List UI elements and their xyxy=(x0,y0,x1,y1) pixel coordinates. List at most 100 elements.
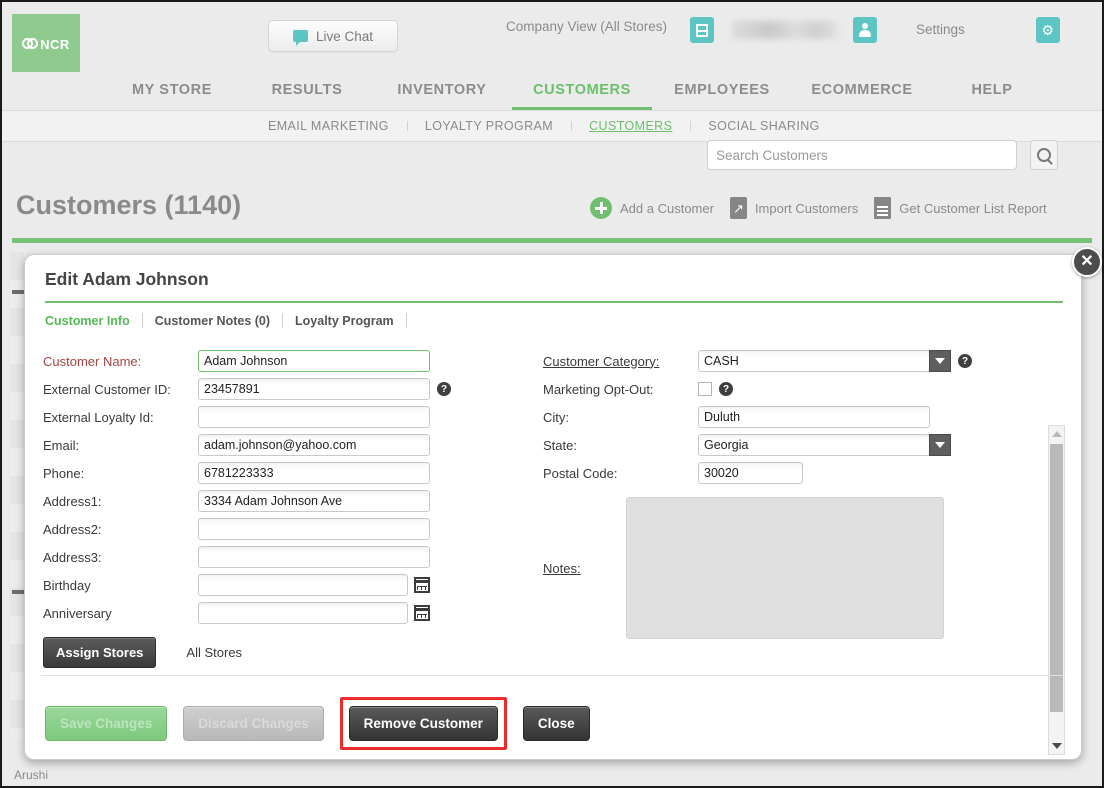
field-city: City: xyxy=(543,403,1013,431)
tab-loyalty-program[interactable]: Loyalty Program xyxy=(295,314,406,328)
live-chat-button[interactable]: Live Chat xyxy=(268,20,398,52)
marketing-optout-checkbox[interactable] xyxy=(698,382,712,396)
anniversary-input[interactable] xyxy=(198,602,408,624)
nav-item-my-store[interactable]: MY STORE xyxy=(102,72,242,110)
notes-textarea[interactable] xyxy=(626,497,944,639)
search-area xyxy=(707,140,1058,170)
address2-input[interactable] xyxy=(198,518,430,540)
state-value[interactable] xyxy=(698,434,930,456)
external-customer-id-label: External Customer ID: xyxy=(43,381,171,397)
field-customer-category: Customer Category: ? xyxy=(543,347,1013,375)
help-icon[interactable]: ? xyxy=(719,382,733,396)
report-label: Get Customer List Report xyxy=(899,200,1047,216)
nav-item-employees[interactable]: EMPLOYEES xyxy=(652,72,792,110)
assign-stores-button[interactable]: Assign Stores xyxy=(43,636,157,668)
subnav-item-customers[interactable]: CUSTOMERS xyxy=(571,119,690,133)
field-postal-code: Postal Code: xyxy=(543,459,1013,487)
dialog-title: Edit Adam Johnson xyxy=(45,269,209,289)
help-icon[interactable]: ? xyxy=(437,382,451,396)
dialog-body: Customer Name: External Customer ID: ? E… xyxy=(25,337,1081,755)
store-icon[interactable] xyxy=(690,17,714,43)
external-loyalty-id-label: External Loyalty Id: xyxy=(43,409,154,425)
gear-icon[interactable]: ⚙ xyxy=(1036,17,1060,43)
all-stores-label: All Stores xyxy=(186,644,243,660)
city-input[interactable] xyxy=(698,406,930,428)
ncr-logo[interactable]: NCR xyxy=(12,14,80,74)
settings-label[interactable]: Settings xyxy=(916,22,965,37)
external-loyalty-id-input[interactable] xyxy=(198,406,430,428)
remove-customer-highlight: Remove Customer xyxy=(339,696,507,750)
add-customer-label: Add a Customer xyxy=(620,200,714,216)
company-view-label: Company View (All Stores) xyxy=(506,19,668,34)
search-input[interactable] xyxy=(707,140,1017,170)
user-icon[interactable] xyxy=(853,17,877,43)
address3-input[interactable] xyxy=(198,546,430,568)
edit-customer-dialog: Edit Adam Johnson Customer Info Customer… xyxy=(24,254,1082,760)
scrollbar-thumb[interactable] xyxy=(1050,444,1063,712)
close-icon[interactable]: ✕ xyxy=(1072,247,1102,277)
nav-item-customers[interactable]: CUSTOMERS xyxy=(512,72,652,110)
nav-item-ecommerce[interactable]: ECOMMERCE xyxy=(792,72,932,110)
field-external-loyalty-id: External Loyalty Id: xyxy=(43,403,473,431)
logo-label: NCR xyxy=(22,37,70,52)
page-title: Customers (1140) xyxy=(16,190,242,220)
search-button[interactable] xyxy=(1030,140,1058,170)
email-input[interactable] xyxy=(198,434,430,456)
nav-item-inventory[interactable]: INVENTORY xyxy=(372,72,512,110)
main-nav-list: MY STORE RESULTS INVENTORY CUSTOMERS EMPLOYE… xyxy=(2,72,1102,110)
birthday-label: Birthday xyxy=(43,577,91,593)
field-notes: Notes: xyxy=(543,493,1013,643)
subnav-item-social-sharing[interactable]: SOCIAL SHARING xyxy=(690,119,837,133)
customer-name-label: Customer Name: xyxy=(43,353,142,369)
tab-customer-notes[interactable]: Customer Notes (0) xyxy=(155,314,282,328)
subnav-item-loyalty-program[interactable]: LOYALTY PROGRAM xyxy=(406,119,571,133)
remove-customer-button[interactable]: Remove Customer xyxy=(348,705,498,741)
field-phone: Phone: xyxy=(43,459,473,487)
field-customer-name: Customer Name: xyxy=(43,347,473,375)
form-column-left: Customer Name: External Customer ID: ? E… xyxy=(43,347,473,671)
import-customers-button[interactable]: ↗ Import Customers xyxy=(729,197,859,219)
chevron-down-icon[interactable] xyxy=(929,350,951,372)
customer-category-value[interactable] xyxy=(698,350,930,372)
city-label: City: xyxy=(543,409,569,425)
phone-input[interactable] xyxy=(198,462,430,484)
help-icon[interactable]: ? xyxy=(958,354,972,368)
nav-item-help[interactable]: HELP xyxy=(932,72,1052,110)
field-state: State: xyxy=(543,431,1013,459)
birthday-input[interactable] xyxy=(198,574,408,596)
calendar-icon[interactable] xyxy=(414,577,430,593)
chevron-down-icon[interactable] xyxy=(929,434,951,456)
postal-code-input[interactable] xyxy=(698,462,803,484)
subnav-item-email-marketing[interactable]: EMAIL MARKETING xyxy=(250,119,407,133)
background-row-marker xyxy=(12,290,24,294)
address3-label: Address3: xyxy=(43,549,102,565)
background-row-marker xyxy=(12,590,24,594)
import-customers-label: Import Customers xyxy=(754,200,859,216)
background-table-column xyxy=(10,252,24,740)
scroll-up-icon[interactable] xyxy=(1049,426,1064,442)
assign-stores-row: Assign Stores All Stores xyxy=(43,633,473,671)
field-marketing-optout: Marketing Opt-Out: ? xyxy=(543,375,1013,403)
field-address3: Address3: xyxy=(43,543,473,571)
save-changes-button[interactable]: Save Changes xyxy=(45,705,168,741)
document-lines-icon xyxy=(874,197,892,219)
app-window: NCR Live Chat Company View (All Stores) … xyxy=(0,0,1104,788)
external-customer-id-input[interactable] xyxy=(198,378,430,400)
user-name-blurred xyxy=(732,21,838,39)
get-customer-list-report-button[interactable]: Get Customer List Report xyxy=(874,197,1047,219)
postal-code-label: Postal Code: xyxy=(543,465,618,481)
tab-separator xyxy=(405,313,407,328)
add-customer-button[interactable]: Add a Customer xyxy=(590,197,714,219)
close-button[interactable]: Close xyxy=(522,705,590,741)
customer-category-select[interactable] xyxy=(698,350,951,372)
state-select[interactable] xyxy=(698,434,951,456)
chat-bubble-icon xyxy=(292,30,308,46)
tab-customer-info[interactable]: Customer Info xyxy=(45,314,142,328)
address1-input[interactable] xyxy=(198,490,430,512)
nav-item-results[interactable]: RESULTS xyxy=(242,72,372,110)
discard-changes-button[interactable]: Discard Changes xyxy=(183,705,324,741)
customer-name-input[interactable] xyxy=(198,350,430,372)
field-address1: Address1: xyxy=(43,487,473,515)
calendar-icon[interactable] xyxy=(414,605,430,621)
tab-separator xyxy=(141,313,143,328)
